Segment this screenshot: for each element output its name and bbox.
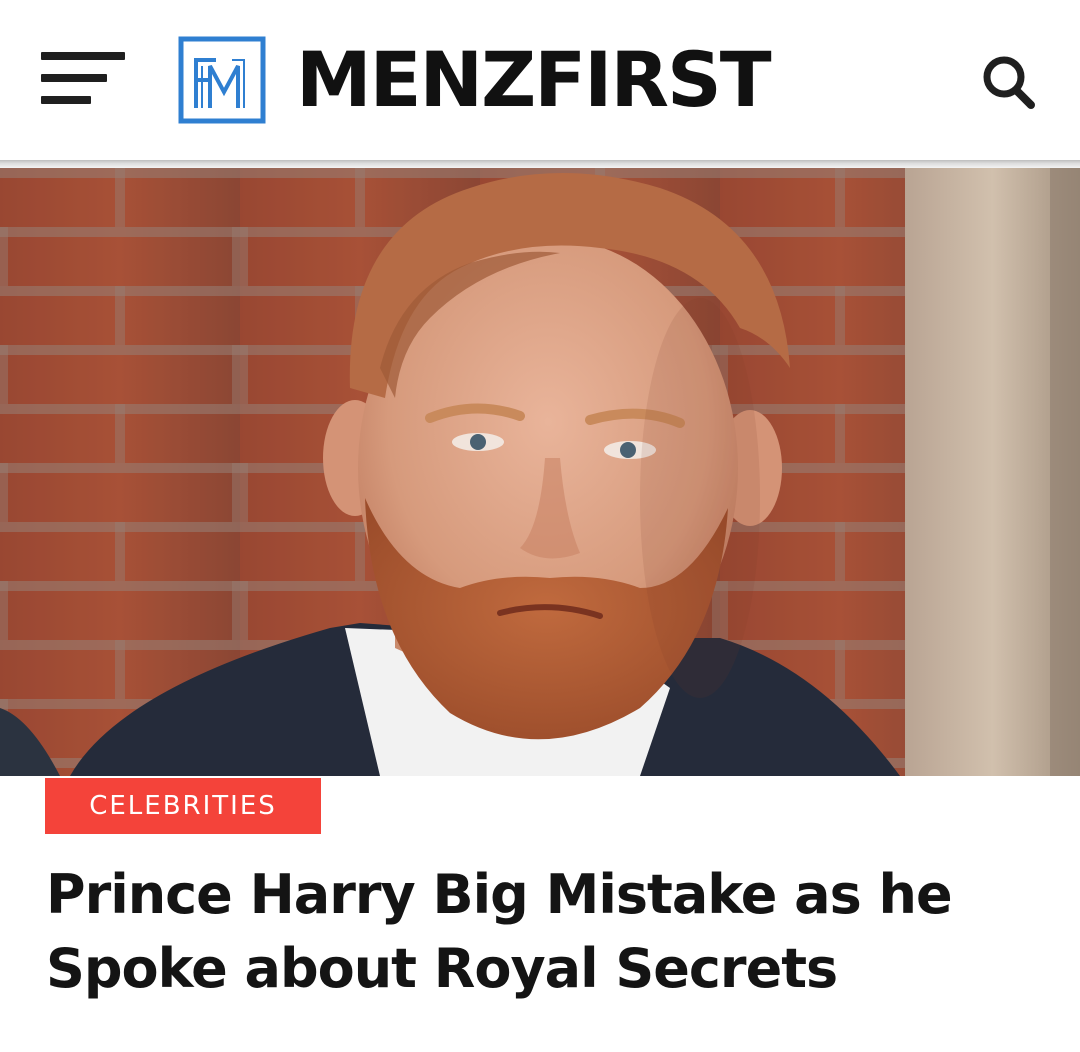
site-logo-icon[interactable] — [178, 36, 266, 124]
site-header: MENZFIRST — [0, 0, 1080, 160]
header-divider — [0, 160, 1080, 168]
hero-image[interactable] — [0, 168, 1080, 776]
article-headline[interactable]: Prince Harry Big Mistake as he Spoke abo… — [46, 858, 1046, 1006]
search-icon[interactable] — [980, 54, 1040, 110]
category-badge[interactable]: CELEBRITIES — [45, 778, 321, 834]
site-brand-name[interactable]: MENZFIRST — [296, 34, 772, 126]
hamburger-menu-icon[interactable] — [38, 48, 128, 110]
